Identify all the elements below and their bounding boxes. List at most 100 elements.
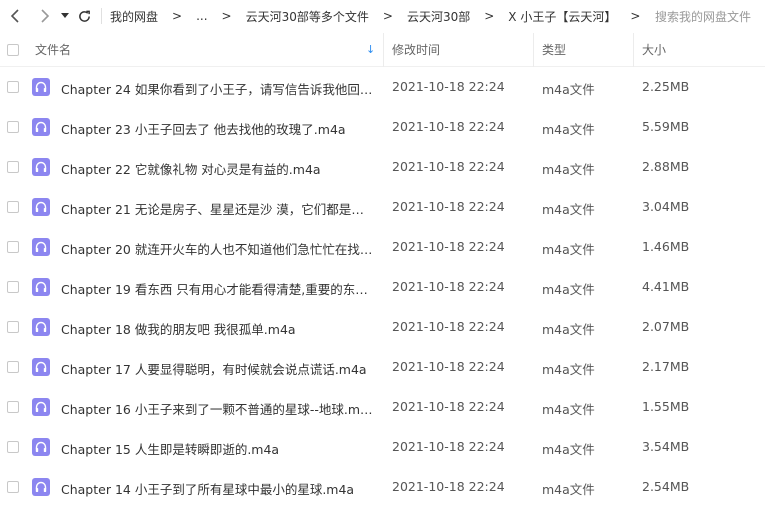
breadcrumb-separator-icon: > bbox=[221, 9, 232, 23]
file-modified-time: 2021-10-18 22:24 bbox=[392, 119, 505, 134]
caret-down-icon bbox=[61, 13, 69, 18]
file-size: 5.59MB bbox=[642, 119, 690, 134]
file-size: 2.25MB bbox=[642, 79, 690, 94]
breadcrumb-item-current[interactable]: X 小王子【云天河】 bbox=[508, 8, 616, 25]
file-size: 2.07MB bbox=[642, 319, 690, 334]
file-size: 2.54MB bbox=[642, 479, 690, 494]
breadcrumb-item[interactable]: 云天河30部等多个文件 bbox=[246, 8, 369, 25]
column-header-name[interactable]: 文件名 bbox=[35, 41, 71, 58]
row-checkbox[interactable] bbox=[7, 201, 19, 213]
file-row[interactable]: Chapter 14 小王子到了所有星球中最小的星球.m4a 2021-10-1… bbox=[0, 467, 765, 507]
row-checkbox[interactable] bbox=[7, 441, 19, 453]
breadcrumb-item[interactable]: ... bbox=[196, 9, 207, 23]
file-type: m4a文件 bbox=[542, 442, 595, 457]
file-size: 1.46MB bbox=[642, 239, 690, 254]
file-row[interactable]: Chapter 23 小王子回去了 他去找他的玫瑰了.m4a 2021-10-1… bbox=[0, 107, 765, 147]
file-list-header: 文件名 ↓ 修改时间 类型 大小 bbox=[0, 33, 765, 67]
file-row[interactable]: Chapter 20 就连开火车的人也不知道他们急忙忙在找什... 2021-1… bbox=[0, 227, 765, 267]
history-dropdown-button[interactable] bbox=[57, 0, 73, 32]
audio-file-icon bbox=[32, 358, 50, 376]
audio-file-icon bbox=[32, 118, 50, 136]
row-checkbox[interactable] bbox=[7, 401, 19, 413]
file-name[interactable]: Chapter 18 做我的朋友吧 我很孤单.m4a bbox=[61, 319, 373, 338]
file-name[interactable]: Chapter 21 无论是房子、星星还是沙 漠，它们都是因为... bbox=[61, 199, 373, 218]
file-size: 2.17MB bbox=[642, 359, 690, 374]
chevron-left-icon bbox=[10, 9, 19, 23]
file-row[interactable]: Chapter 21 无论是房子、星星还是沙 漠，它们都是因为... 2021-… bbox=[0, 187, 765, 227]
file-type: m4a文件 bbox=[542, 362, 595, 377]
breadcrumb: 我的网盘 > ... > 云天河30部等多个文件 > 云天河30部 > X 小王… bbox=[110, 8, 654, 25]
column-header-size[interactable]: 大小 bbox=[642, 41, 666, 58]
file-name[interactable]: Chapter 20 就连开火车的人也不知道他们急忙忙在找什... bbox=[61, 239, 373, 258]
audio-file-icon bbox=[32, 398, 50, 416]
file-size: 4.41MB bbox=[642, 279, 690, 294]
search-input[interactable]: 搜索我的网盘文件 bbox=[655, 8, 751, 25]
refresh-button[interactable] bbox=[73, 0, 95, 32]
row-checkbox[interactable] bbox=[7, 321, 19, 333]
sort-arrow-down-icon[interactable]: ↓ bbox=[366, 43, 375, 56]
file-size: 2.88MB bbox=[642, 159, 690, 174]
file-row[interactable]: Chapter 22 它就像礼物 对心灵是有益的.m4a 2021-10-18 … bbox=[0, 147, 765, 187]
file-type: m4a文件 bbox=[542, 202, 595, 217]
file-size: 1.55MB bbox=[642, 399, 690, 414]
top-toolbar: 我的网盘 > ... > 云天河30部等多个文件 > 云天河30部 > X 小王… bbox=[0, 0, 765, 32]
breadcrumb-separator-icon: > bbox=[382, 9, 393, 23]
file-name[interactable]: Chapter 17 人要显得聪明，有时候就会说点谎话.m4a bbox=[61, 359, 373, 378]
file-type: m4a文件 bbox=[542, 402, 595, 417]
file-size: 3.04MB bbox=[642, 199, 690, 214]
breadcrumb-separator-icon: > bbox=[484, 9, 495, 23]
breadcrumb-separator-icon: > bbox=[172, 9, 183, 23]
column-divider[interactable] bbox=[633, 33, 634, 67]
file-row[interactable]: Chapter 19 看东西 只有用心才能看得清楚,重要的东西用... 2021… bbox=[0, 267, 765, 307]
file-name[interactable]: Chapter 23 小王子回去了 他去找他的玫瑰了.m4a bbox=[61, 119, 373, 138]
file-modified-time: 2021-10-18 22:24 bbox=[392, 159, 505, 174]
column-header-type[interactable]: 类型 bbox=[542, 41, 566, 58]
file-row[interactable]: Chapter 15 人生即是转瞬即逝的.m4a 2021-10-18 22:2… bbox=[0, 427, 765, 467]
column-divider[interactable] bbox=[383, 33, 384, 67]
audio-file-icon bbox=[32, 198, 50, 216]
audio-file-icon bbox=[32, 278, 50, 296]
row-checkbox[interactable] bbox=[7, 361, 19, 373]
chevron-right-icon bbox=[41, 9, 50, 23]
row-checkbox[interactable] bbox=[7, 281, 19, 293]
file-type: m4a文件 bbox=[542, 122, 595, 137]
file-type: m4a文件 bbox=[542, 482, 595, 497]
column-divider[interactable] bbox=[533, 33, 534, 67]
file-type: m4a文件 bbox=[542, 162, 595, 177]
file-modified-time: 2021-10-18 22:24 bbox=[392, 279, 505, 294]
file-type: m4a文件 bbox=[542, 82, 595, 97]
file-modified-time: 2021-10-18 22:24 bbox=[392, 199, 505, 214]
file-row[interactable]: Chapter 17 人要显得聪明，有时候就会说点谎话.m4a 2021-10-… bbox=[0, 347, 765, 387]
file-name[interactable]: Chapter 22 它就像礼物 对心灵是有益的.m4a bbox=[61, 159, 373, 178]
row-checkbox[interactable] bbox=[7, 241, 19, 253]
forward-button[interactable] bbox=[33, 0, 57, 32]
select-all-checkbox[interactable] bbox=[7, 43, 19, 56]
file-name[interactable]: Chapter 16 小王子来到了一颗不普通的星球--地球.m4a bbox=[61, 399, 373, 418]
file-modified-time: 2021-10-18 22:24 bbox=[392, 239, 505, 254]
column-header-time[interactable]: 修改时间 bbox=[392, 41, 440, 58]
file-name[interactable]: Chapter 24 如果你看到了小王子，请写信告诉我他回来... bbox=[61, 79, 373, 98]
file-name[interactable]: Chapter 15 人生即是转瞬即逝的.m4a bbox=[61, 439, 373, 458]
file-row[interactable]: Chapter 24 如果你看到了小王子，请写信告诉我他回来... 2021-1… bbox=[0, 67, 765, 107]
breadcrumb-item[interactable]: 我的网盘 bbox=[110, 8, 158, 25]
file-modified-time: 2021-10-18 22:24 bbox=[392, 319, 505, 334]
file-row[interactable]: Chapter 16 小王子来到了一颗不普通的星球--地球.m4a 2021-1… bbox=[0, 387, 765, 427]
file-list: Chapter 24 如果你看到了小王子，请写信告诉我他回来... 2021-1… bbox=[0, 67, 765, 507]
file-size: 3.54MB bbox=[642, 439, 690, 454]
refresh-icon bbox=[78, 10, 90, 22]
file-name[interactable]: Chapter 19 看东西 只有用心才能看得清楚,重要的东西用... bbox=[61, 279, 373, 298]
audio-file-icon bbox=[32, 238, 50, 256]
breadcrumb-item[interactable]: 云天河30部 bbox=[407, 8, 470, 25]
file-modified-time: 2021-10-18 22:24 bbox=[392, 359, 505, 374]
row-checkbox[interactable] bbox=[7, 121, 19, 133]
row-checkbox[interactable] bbox=[7, 481, 19, 493]
back-button[interactable] bbox=[3, 0, 27, 32]
audio-file-icon bbox=[32, 478, 50, 496]
file-name[interactable]: Chapter 14 小王子到了所有星球中最小的星球.m4a bbox=[61, 479, 373, 498]
audio-file-icon bbox=[32, 78, 50, 96]
row-checkbox[interactable] bbox=[7, 81, 19, 93]
file-modified-time: 2021-10-18 22:24 bbox=[392, 399, 505, 414]
row-checkbox[interactable] bbox=[7, 161, 19, 173]
file-type: m4a文件 bbox=[542, 282, 595, 297]
file-row[interactable]: Chapter 18 做我的朋友吧 我很孤单.m4a 2021-10-18 22… bbox=[0, 307, 765, 347]
